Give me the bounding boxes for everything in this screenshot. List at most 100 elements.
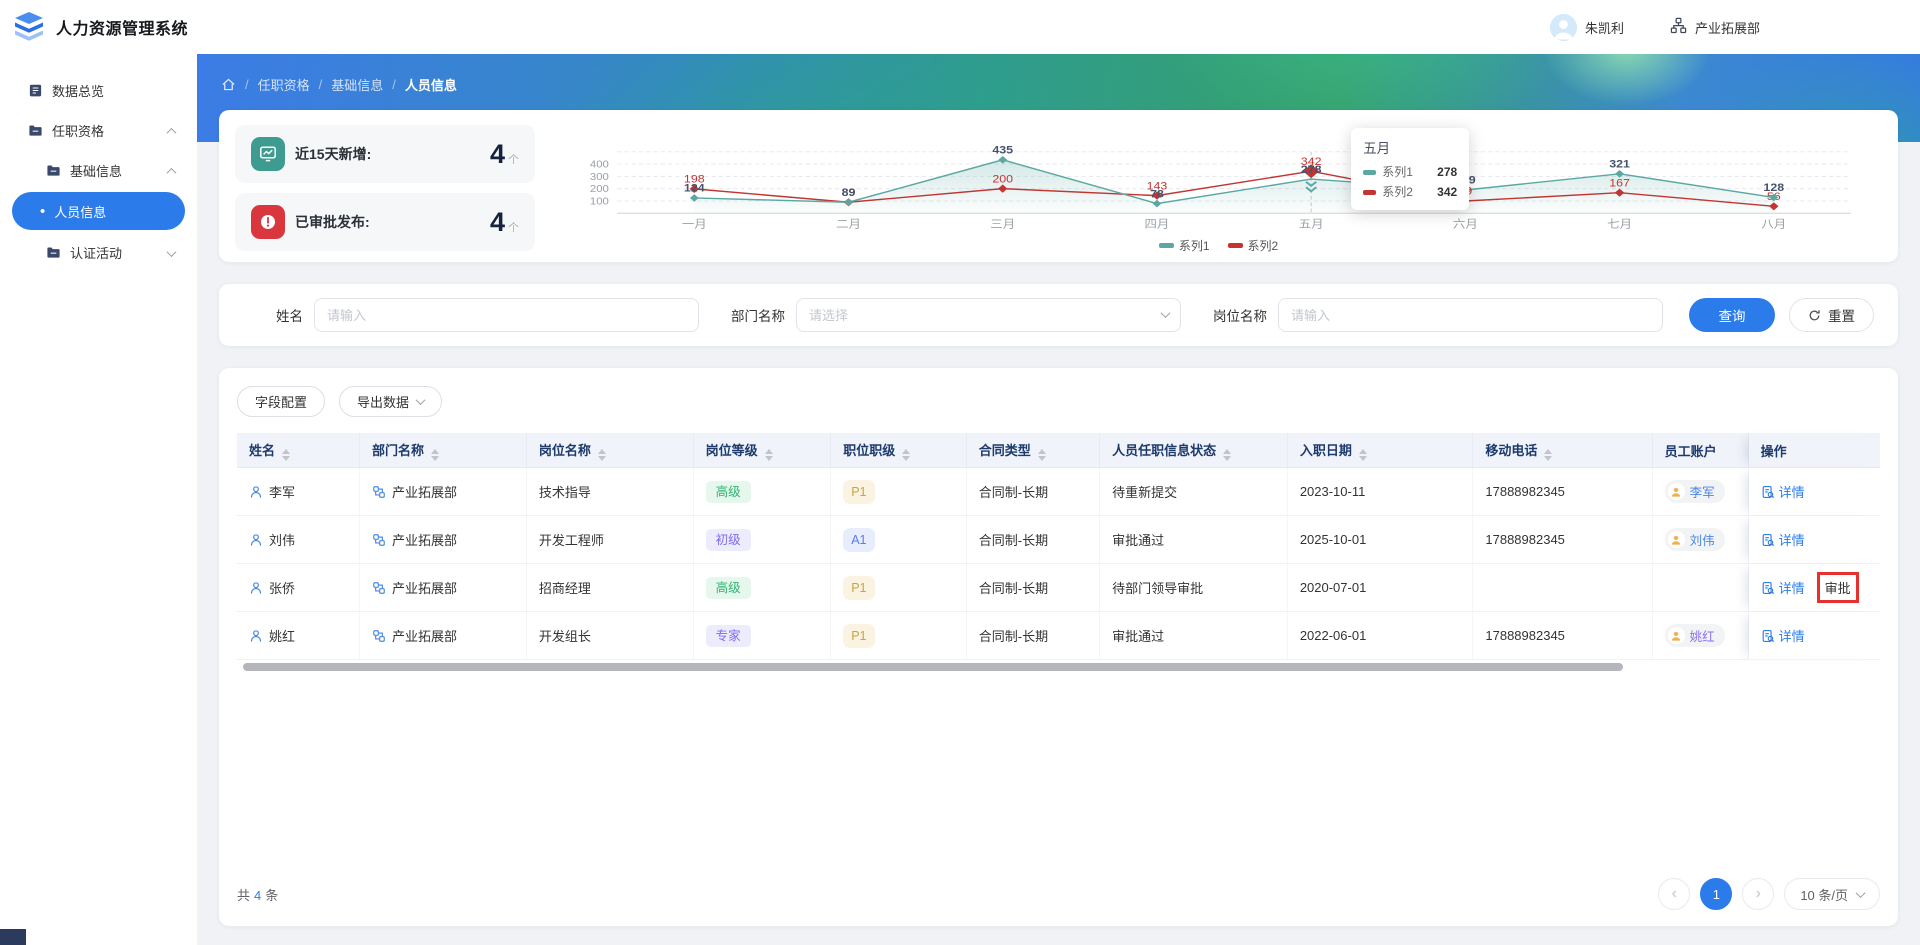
position-cell: 招商经理	[527, 564, 694, 612]
sidebar-item-personnel-info[interactable]: •人员信息	[12, 192, 185, 230]
sort-icon[interactable]	[431, 449, 439, 461]
hire-date-cell: 2022-06-01	[1288, 612, 1474, 660]
trend-chart[interactable]: 100200300400一月二月三月四月五月六月七月八月198892001433…	[555, 122, 1882, 254]
sidebar-item-qualification[interactable]: 任职资格	[0, 110, 197, 150]
user-menu[interactable]: 朱凯利	[1550, 14, 1624, 41]
stat-label: 已审批发布:	[295, 212, 370, 232]
rank-cell: P1	[831, 564, 967, 612]
level-cell: 专家	[694, 612, 832, 660]
column-header[interactable]: 入职日期	[1288, 433, 1474, 468]
overview-card: 近15天新增:4个已审批发布:4个 100200300400一月二月三月四月五月…	[219, 110, 1898, 262]
column-header[interactable]: 移动电话	[1473, 433, 1652, 468]
status-cell: 待部门领导审批	[1100, 564, 1288, 612]
column-header[interactable]: 姓名	[237, 433, 360, 468]
detail-link[interactable]: 详情	[1761, 530, 1805, 549]
user-avatar	[1550, 14, 1577, 41]
post-field-group: 岗位名称	[1207, 298, 1663, 332]
actions-cell: 详情	[1749, 516, 1880, 564]
stat-unit: 个	[508, 219, 519, 235]
reset-button[interactable]: 重置	[1789, 298, 1874, 332]
column-header[interactable]: 岗位等级	[694, 433, 832, 468]
stat-label: 近15天新增:	[295, 144, 371, 164]
sidebar-collapse-button[interactable]	[0, 929, 26, 945]
breadcrumb-separator: /	[392, 77, 396, 92]
department-field-group: 部门名称	[725, 298, 1181, 332]
sidebar-item-cert-activity[interactable]: 认证活动	[0, 232, 197, 272]
prev-page-button[interactable]: ‹	[1658, 878, 1690, 910]
home-icon[interactable]	[221, 77, 236, 92]
sidebar-item-data-overview[interactable]: 数据总览	[0, 70, 197, 110]
hire-date-cell: 2020-07-01	[1288, 564, 1474, 612]
chevron-up-icon	[168, 123, 175, 138]
svg-text:四月: 四月	[1145, 218, 1170, 230]
svg-text:400: 400	[590, 159, 609, 170]
svg-text:三月: 三月	[990, 218, 1015, 230]
column-header[interactable]: 部门名称	[360, 433, 527, 468]
sidebar-item-basic-info[interactable]: 基础信息	[0, 150, 197, 190]
svg-text:124: 124	[684, 182, 705, 194]
position-cell: 开发组长	[527, 612, 694, 660]
line-chart[interactable]: 100200300400一月二月三月四月五月六月七月八月198892001433…	[555, 132, 1882, 233]
scrollbar-thumb[interactable]	[243, 663, 1623, 671]
sort-icon[interactable]	[765, 449, 773, 461]
avatar-icon	[1668, 627, 1685, 644]
tooltip-row: 系列1278	[1363, 162, 1457, 182]
column-label: 职位职级	[843, 443, 895, 458]
employee-account-chip[interactable]: 李军	[1665, 480, 1725, 503]
phone-cell	[1473, 564, 1652, 612]
next-page-button[interactable]: ›	[1742, 878, 1774, 910]
column-header[interactable]: 岗位名称	[527, 433, 694, 468]
column-label: 入职日期	[1300, 443, 1352, 458]
app-logo-icon	[12, 11, 46, 43]
breadcrumb-item[interactable]: 任职资格	[258, 75, 310, 94]
employee-account-chip[interactable]: 姚红	[1665, 624, 1725, 647]
field-config-button[interactable]: 字段配置	[237, 386, 325, 417]
breadcrumb-item[interactable]: 基础信息	[331, 75, 383, 94]
legend-item[interactable]: 系列1	[1159, 237, 1210, 254]
column-label: 合同类型	[979, 443, 1031, 458]
folder-icon	[46, 245, 61, 260]
department-select[interactable]	[796, 298, 1181, 332]
chevron-down-icon	[168, 245, 175, 260]
account-cell: 姚红	[1653, 612, 1749, 660]
legend-item[interactable]: 系列2	[1228, 237, 1279, 254]
svg-text:五月: 五月	[1299, 218, 1324, 230]
table-row: 李军产业拓展部技术指导高级P1合同制-长期待重新提交2023-10-111788…	[237, 468, 1880, 516]
contract-cell: 合同制-长期	[967, 516, 1100, 564]
chart-legend: 系列1 系列2	[555, 237, 1882, 254]
column-header[interactable]: 人员任职信息状态	[1100, 433, 1288, 468]
detail-link[interactable]: 详情	[1761, 626, 1805, 645]
column-label: 人员任职信息状态	[1112, 443, 1216, 458]
stat-unit: 个	[508, 151, 519, 167]
name-input[interactable]	[314, 298, 699, 332]
svg-text:200: 200	[590, 184, 609, 195]
post-input[interactable]	[1278, 298, 1663, 332]
search-button[interactable]: 查询	[1689, 298, 1775, 332]
page-size-select[interactable]: 10 条/页	[1784, 878, 1880, 910]
sidebar-item-label: 认证活动	[70, 243, 122, 262]
department-icon	[372, 581, 386, 595]
sort-icon[interactable]	[1544, 449, 1552, 461]
pagination: ‹ 1 › 10 条/页	[1658, 878, 1880, 910]
sort-icon[interactable]	[902, 449, 910, 461]
column-header[interactable]: 职位职级	[831, 433, 967, 468]
sort-icon[interactable]	[1359, 449, 1367, 461]
employee-account-chip[interactable]: 刘伟	[1665, 528, 1725, 551]
department-switcher[interactable]: 产业拓展部	[1670, 17, 1760, 37]
name-cell: 姚红	[237, 612, 360, 660]
sort-icon[interactable]	[598, 449, 606, 461]
detail-link[interactable]: 详情	[1761, 482, 1805, 501]
export-data-button[interactable]: 导出数据	[339, 386, 442, 417]
breadcrumb-item: 人员信息	[405, 75, 457, 94]
sort-icon[interactable]	[282, 449, 290, 461]
level-badge: 高级	[706, 481, 751, 503]
approve-link[interactable]: 审批	[1825, 578, 1851, 597]
page-1-button[interactable]: 1	[1700, 878, 1732, 910]
detail-link[interactable]: 详情	[1761, 578, 1805, 597]
department-label: 部门名称	[725, 305, 785, 325]
sort-icon[interactable]	[1223, 449, 1231, 461]
sort-icon[interactable]	[1038, 449, 1046, 461]
alert-icon	[251, 205, 285, 239]
column-label: 部门名称	[372, 443, 424, 458]
column-header[interactable]: 合同类型	[967, 433, 1100, 468]
